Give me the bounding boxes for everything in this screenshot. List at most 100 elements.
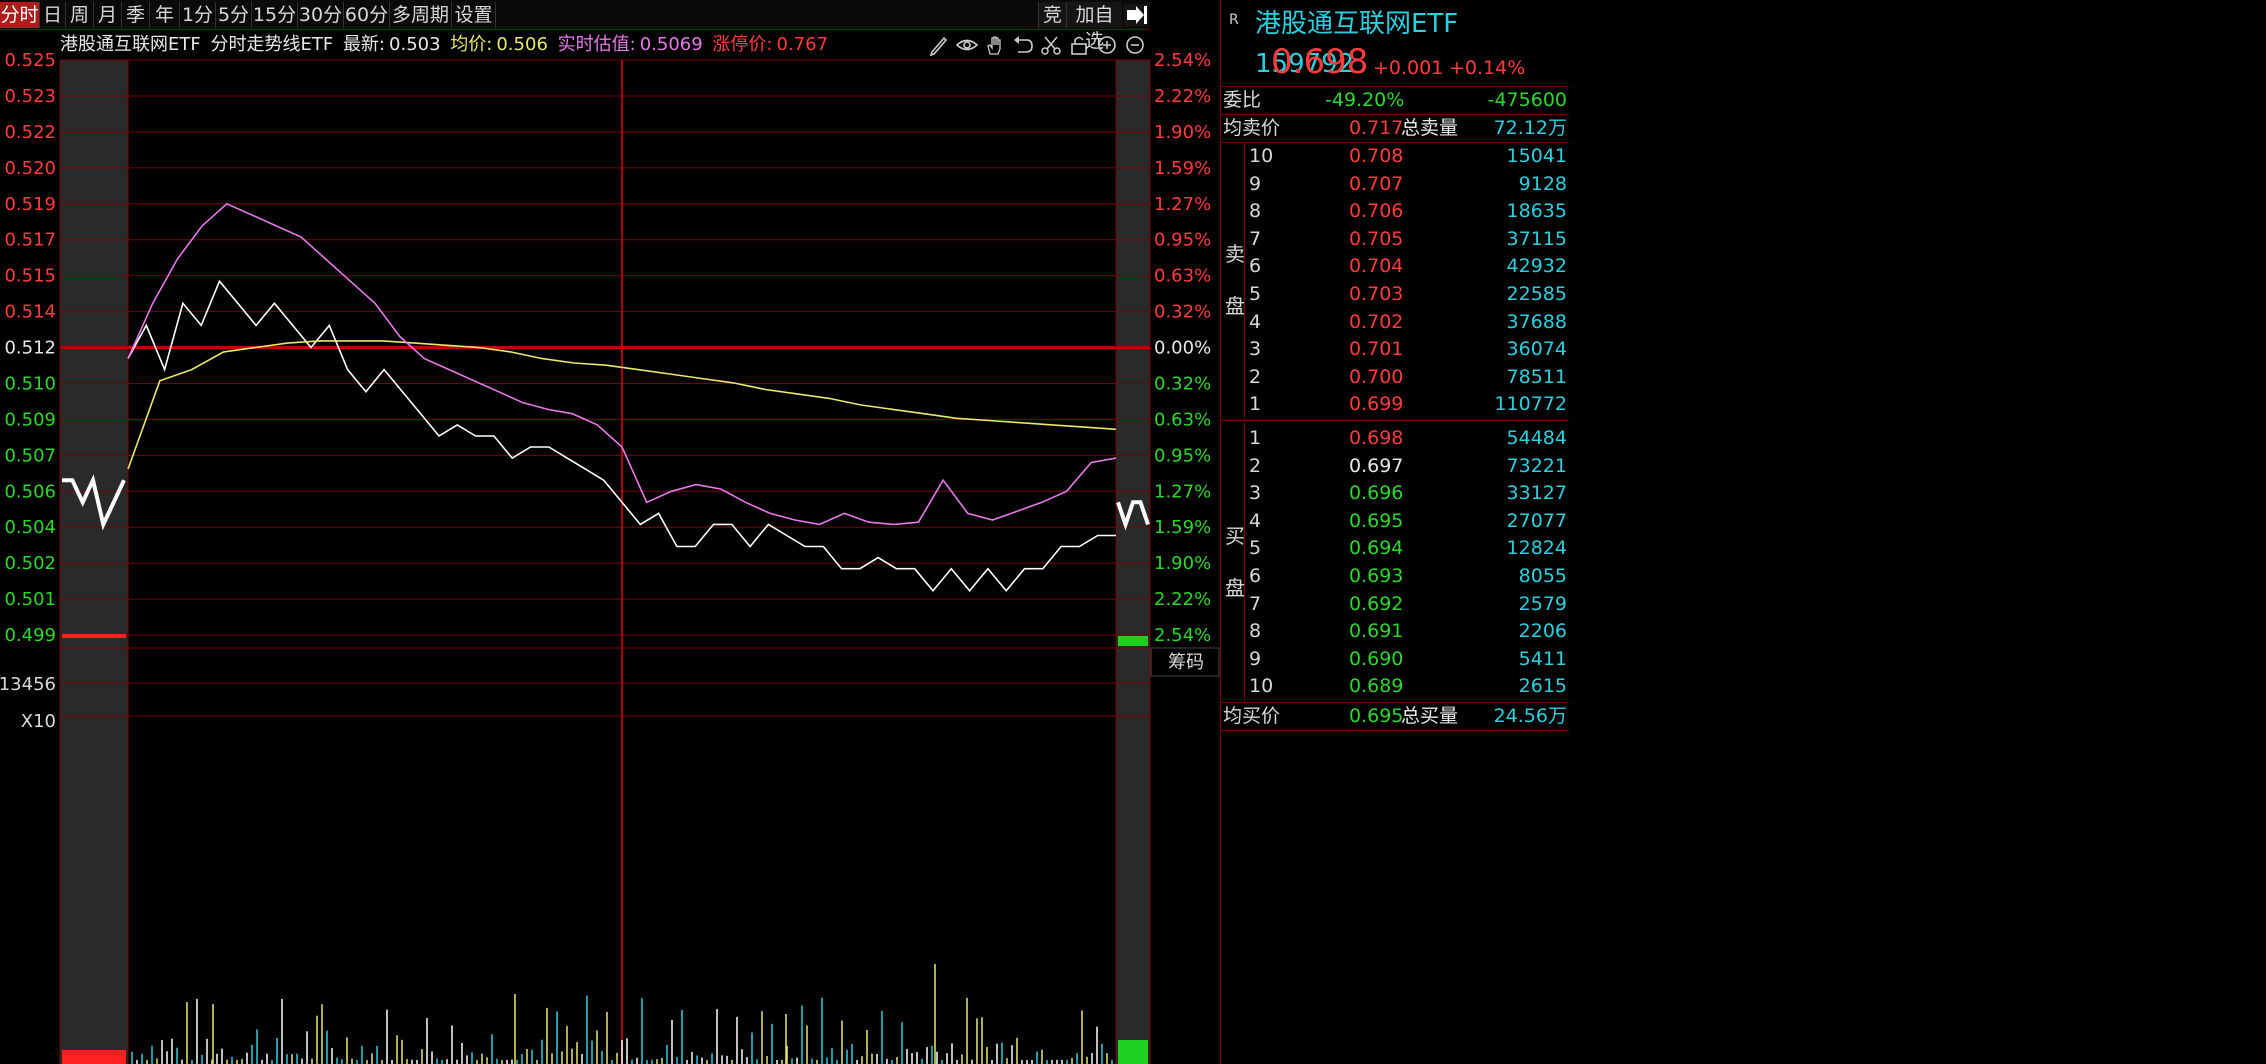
y-left-tick: 0.502 xyxy=(4,553,56,574)
quote-panel: R 港股通互联网ETF 159792 0.698 +0.001 +0.14% 委… xyxy=(1220,0,2266,1064)
ask-row[interactable]: 1 0.699 110772 xyxy=(1221,390,1569,418)
avg-sell-label: 均卖价 xyxy=(1223,117,1281,139)
y-right-tick: 2.22% xyxy=(1154,86,1211,107)
ob-level: 9 xyxy=(1249,647,1262,670)
ob-volume: 54484 xyxy=(1506,427,1567,449)
post-market-volume xyxy=(1118,1040,1148,1064)
y-left-tick: 0.499 xyxy=(4,625,56,646)
ob-volume: 42932 xyxy=(1506,255,1567,278)
y-right-tick: 2.54% xyxy=(1154,625,1211,646)
avg-sell-value: 0.717 xyxy=(1349,117,1404,139)
y-right-tick: 0.95% xyxy=(1154,230,1211,251)
y-left-tick: 0.520 xyxy=(4,158,56,179)
intraday-chart[interactable]: 0.525 0.523 0.522 0.520 0.519 0.517 0.515 0.514… xyxy=(0,0,1220,1064)
ob-volume: 37115 xyxy=(1506,227,1567,250)
ob-volume: 36074 xyxy=(1506,338,1567,361)
ob-price: 0.695 xyxy=(1349,509,1404,532)
ob-level: 8 xyxy=(1249,200,1262,223)
ob-volume: 37688 xyxy=(1506,310,1567,333)
ob-level: 1 xyxy=(1249,427,1262,449)
bid-row[interactable]: 8 0.691 2206 xyxy=(1221,617,1569,645)
y-left-tick: 0.517 xyxy=(4,230,56,251)
ask-row[interactable]: 5 0.703 22585 xyxy=(1221,280,1569,308)
ob-price: 0.689 xyxy=(1349,675,1404,698)
ob-volume: 9128 xyxy=(1518,172,1567,195)
ob-price: 0.693 xyxy=(1349,565,1404,587)
y-left-tick: 0.507 xyxy=(4,445,56,466)
bid-row[interactable]: 9 0.690 5411 xyxy=(1221,645,1569,673)
ob-price: 0.691 xyxy=(1349,620,1404,643)
bid-row[interactable]: 3 0.696 33127 xyxy=(1221,479,1569,507)
ob-volume: 33127 xyxy=(1506,482,1567,505)
y-right-tick: 1.27% xyxy=(1154,481,1211,502)
ob-volume: 110772 xyxy=(1494,393,1567,416)
ob-level: 1 xyxy=(1249,393,1262,416)
ask-row[interactable]: 9 0.707 9128 xyxy=(1221,170,1569,198)
ob-volume: 78511 xyxy=(1506,365,1567,388)
y-right-tick: 0.32% xyxy=(1154,302,1211,323)
ob-price: 0.696 xyxy=(1349,482,1404,505)
ob-level: 7 xyxy=(1249,592,1262,615)
y-left-tick: 0.506 xyxy=(4,481,56,502)
bid-row[interactable]: 4 0.695 27077 xyxy=(1221,507,1569,535)
y-left-tick: 0.509 xyxy=(4,409,56,430)
ask-row[interactable]: 6 0.704 42932 xyxy=(1221,252,1569,280)
bid-row[interactable]: 2 0.697 73221 xyxy=(1221,452,1569,480)
y-right-tick: 1.27% xyxy=(1154,194,1211,215)
avg-buy-label: 均买价 xyxy=(1223,705,1281,727)
ob-volume: 5411 xyxy=(1518,647,1567,670)
bid-row[interactable]: 10 0.689 2615 xyxy=(1221,672,1569,700)
total-sell-value: 72.12万 xyxy=(1493,117,1567,139)
bid-row[interactable]: 7 0.692 2579 xyxy=(1221,590,1569,618)
y-left-tick: 0.522 xyxy=(4,122,56,143)
ob-level: 6 xyxy=(1249,565,1262,587)
chip-button[interactable]: 筹码 xyxy=(1168,652,1204,673)
ask-row[interactable]: 4 0.702 37688 xyxy=(1221,308,1569,336)
quote-price: 0.698 xyxy=(1271,42,1369,82)
ob-price: 0.694 xyxy=(1349,537,1404,560)
avg-buy-row: 均买价 0.695 总买量 24.56万 xyxy=(1221,702,1569,730)
quote-change: +0.001 xyxy=(1373,57,1444,79)
y-right-tick: 1.59% xyxy=(1154,517,1211,538)
ob-level: 9 xyxy=(1249,172,1262,195)
ob-price: 0.704 xyxy=(1349,255,1404,278)
y-left-tick: 0.514 xyxy=(4,302,56,323)
bid-row[interactable]: 5 0.694 12824 xyxy=(1221,534,1569,562)
ob-volume: 27077 xyxy=(1506,509,1567,532)
avg-buy-value: 0.695 xyxy=(1349,705,1404,727)
bid-row[interactable]: 6 0.693 8055 xyxy=(1221,562,1569,590)
ob-price: 0.708 xyxy=(1349,145,1404,167)
ask-row[interactable]: 2 0.700 78511 xyxy=(1221,363,1569,391)
ob-level: 6 xyxy=(1249,255,1262,278)
ob-volume: 15041 xyxy=(1506,145,1567,167)
ask-row[interactable]: 10 0.708 15041 xyxy=(1221,142,1569,170)
avg-sell-row: 均卖价 0.717 总卖量 72.12万 xyxy=(1221,114,1569,142)
y-left-tick: 0.501 xyxy=(4,589,56,610)
pre-market-volume xyxy=(62,1050,126,1064)
ob-level: 5 xyxy=(1249,283,1262,305)
ob-volume: 12824 xyxy=(1506,537,1567,560)
quote-change-pct: +0.14% xyxy=(1449,57,1526,79)
ob-volume: 2206 xyxy=(1518,620,1567,643)
ob-volume: 2579 xyxy=(1518,592,1567,615)
bid-row[interactable]: 1 0.698 54484 xyxy=(1221,424,1569,452)
ob-level: 4 xyxy=(1249,509,1262,532)
ob-level: 8 xyxy=(1249,620,1262,643)
ask-row[interactable]: 7 0.705 37115 xyxy=(1221,225,1569,253)
ob-price: 0.699 xyxy=(1349,393,1404,416)
y-right-tick: 1.90% xyxy=(1154,122,1211,143)
y-right-tick: 1.90% xyxy=(1154,553,1211,574)
y-left-tick: 0.523 xyxy=(4,86,56,107)
ask-row[interactable]: 8 0.706 18635 xyxy=(1221,197,1569,225)
y-left-tick: 0.525 xyxy=(4,50,56,71)
total-buy-label: 总买量 xyxy=(1401,705,1459,727)
y-left-tick: 0.519 xyxy=(4,194,56,215)
ask-row[interactable]: 3 0.701 36074 xyxy=(1221,335,1569,363)
post-market-marker xyxy=(1118,636,1148,646)
post-market-region xyxy=(1116,60,1150,1064)
y-left-tick: 0.510 xyxy=(4,373,56,394)
ratio-diff: -475600 xyxy=(1487,89,1567,111)
ob-price: 0.692 xyxy=(1349,592,1404,615)
ratio-value: -49.20% xyxy=(1325,89,1405,111)
ob-price: 0.705 xyxy=(1349,227,1404,250)
